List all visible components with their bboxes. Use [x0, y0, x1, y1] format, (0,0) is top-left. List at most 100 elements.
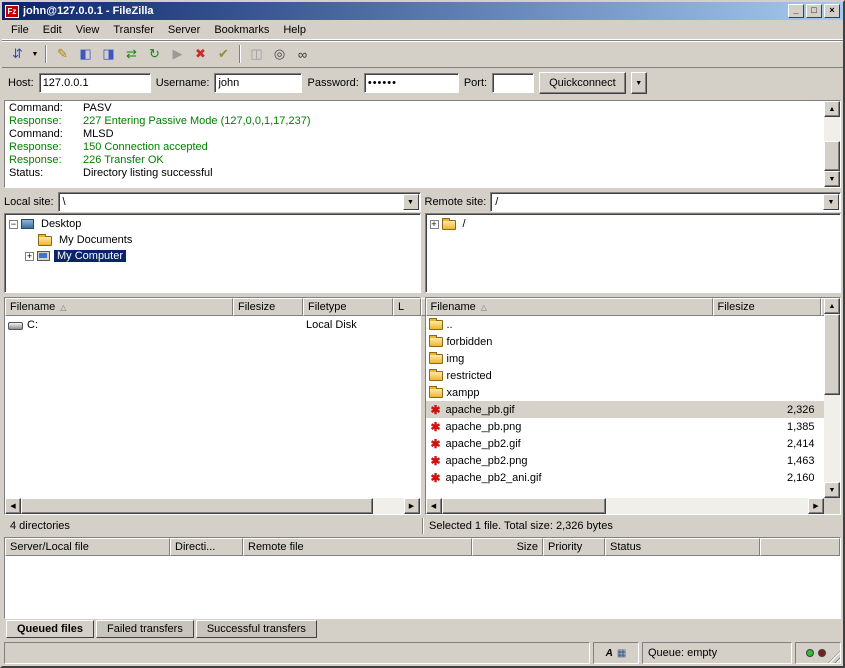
menu-help[interactable]: Help: [276, 22, 313, 38]
scrollbar-track[interactable]: [824, 314, 840, 482]
site-manager-icon[interactable]: ⇵: [6, 43, 29, 65]
scrollbar-track[interactable]: [442, 498, 809, 514]
tab-queued-files[interactable]: Queued files: [6, 620, 94, 638]
tree-item-my-computer[interactable]: +My Computer: [5, 248, 420, 264]
statusbar-message: [4, 642, 590, 664]
remote-site-pane: Remote site: / ▼ +/: [425, 191, 842, 293]
menu-file[interactable]: File: [4, 22, 36, 38]
image-file-icon: ✱: [429, 404, 443, 416]
column-header-status[interactable]: Status: [605, 538, 760, 556]
username-input[interactable]: [214, 73, 302, 93]
file-row-apache-pb2-ani-gif[interactable]: ✱apache_pb2_ani.gif2,160: [426, 469, 825, 486]
column-header-l[interactable]: L: [393, 298, 421, 316]
local-horizontal-scrollbar[interactable]: ◀ ▶: [5, 498, 420, 514]
file-row-apache-pb-gif[interactable]: ✱apache_pb.gif2,326: [426, 401, 825, 418]
minimize-button[interactable]: _: [788, 4, 804, 18]
menu-bookmarks[interactable]: Bookmarks: [207, 22, 276, 38]
menu-edit[interactable]: Edit: [36, 22, 69, 38]
expand-icon[interactable]: +: [430, 220, 439, 229]
file-row-apache-pb2-gif[interactable]: ✱apache_pb2.gif2,414: [426, 435, 825, 452]
find-files-icon[interactable]: ◎: [268, 43, 291, 65]
process-queue-icon: ▶: [166, 43, 189, 65]
file-row-c[interactable]: C:Local Disk: [5, 316, 420, 333]
maximize-button[interactable]: □: [806, 4, 822, 18]
local-site-combobox[interactable]: \ ▼: [58, 192, 421, 212]
log-scrollbar-thumb[interactable]: [824, 141, 840, 171]
column-header-priority[interactable]: Priority: [543, 538, 605, 556]
scrollbar-thumb[interactable]: [21, 498, 373, 514]
cancel-icon[interactable]: ✖: [189, 43, 212, 65]
scroll-down-button[interactable]: ▼: [824, 171, 840, 187]
resize-grip[interactable]: [828, 651, 840, 663]
titlebar[interactable]: Fz john@127.0.0.1 - FileZilla _ □ ×: [2, 2, 843, 20]
scroll-right-button[interactable]: ▶: [808, 498, 824, 514]
search-icon[interactable]: ∞: [291, 43, 314, 65]
file-row-item[interactable]: ..: [426, 316, 825, 333]
file-name: forbidden: [447, 336, 493, 348]
port-input[interactable]: [492, 73, 534, 93]
scroll-down-button[interactable]: ▼: [824, 482, 840, 498]
remote-site-combobox[interactable]: / ▼: [490, 192, 841, 212]
column-header-label: Directi...: [175, 541, 215, 553]
message-log-toggle-icon[interactable]: ✎: [51, 43, 74, 65]
column-header-filename[interactable]: Filename△: [5, 298, 233, 316]
scrollbar-track[interactable]: [21, 498, 404, 514]
remote-tree-toggle-icon[interactable]: ◨: [97, 43, 120, 65]
combobox-dropdown-icon[interactable]: ▼: [823, 194, 839, 210]
column-header-remote-file[interactable]: Remote file: [243, 538, 472, 556]
scroll-up-button[interactable]: ▲: [824, 298, 840, 314]
menu-view[interactable]: View: [69, 22, 107, 38]
file-row-apache-pb2-png[interactable]: ✱apache_pb2.png1,463: [426, 452, 825, 469]
tree-item-my-documents[interactable]: My Documents: [5, 232, 420, 248]
expand-icon[interactable]: +: [25, 252, 34, 261]
log-line: Response:150 Connection accepted: [5, 141, 823, 154]
scrollbar-thumb[interactable]: [442, 498, 607, 514]
quickconnect-button[interactable]: Quickconnect: [539, 72, 626, 94]
column-header-filename[interactable]: Filename△: [426, 298, 713, 316]
scroll-up-button[interactable]: ▲: [824, 101, 840, 117]
disconnect-icon[interactable]: ✔: [212, 43, 235, 65]
combobox-dropdown-icon[interactable]: ▼: [403, 194, 419, 210]
column-header-label: Filesize: [718, 301, 755, 313]
scroll-left-button[interactable]: ◀: [5, 498, 21, 514]
menu-transfer[interactable]: Transfer: [106, 22, 161, 38]
column-header-size[interactable]: Size: [472, 538, 543, 556]
file-row-restricted[interactable]: restricted: [426, 367, 825, 384]
refresh-icon[interactable]: ↻: [143, 43, 166, 65]
collapse-icon[interactable]: −: [9, 220, 18, 229]
column-header-filler: [760, 538, 840, 556]
scroll-right-button[interactable]: ▶: [404, 498, 420, 514]
tree-item-label: My Documents: [56, 234, 135, 246]
tree-item-item[interactable]: +/: [426, 216, 841, 232]
password-input[interactable]: [364, 73, 459, 93]
scroll-left-button[interactable]: ◀: [426, 498, 442, 514]
column-header-filesize[interactable]: Filesize: [713, 298, 821, 316]
column-header-filesize[interactable]: Filesize: [233, 298, 303, 316]
file-row-apache-pb-png[interactable]: ✱apache_pb.png1,385: [426, 418, 825, 435]
site-manager-dropdown-icon[interactable]: ▼: [29, 43, 41, 65]
file-row-forbidden[interactable]: forbidden: [426, 333, 825, 350]
tab-failed-transfers[interactable]: Failed transfers: [96, 620, 194, 638]
queue-toggle-icon[interactable]: ⇄: [120, 43, 143, 65]
tab-successful-transfers[interactable]: Successful transfers: [196, 620, 317, 638]
tree-item-label: /: [460, 218, 469, 230]
host-input[interactable]: [39, 73, 151, 93]
log-scrollbar[interactable]: ▲ ▼: [824, 101, 840, 187]
remote-vertical-scrollbar[interactable]: ▲ ▼: [824, 298, 840, 498]
log-scrollbar-track[interactable]: [824, 117, 840, 171]
tree-item-desktop[interactable]: −Desktop: [5, 216, 420, 232]
close-button[interactable]: ×: [824, 4, 840, 18]
menu-server[interactable]: Server: [161, 22, 207, 38]
scrollbar-thumb[interactable]: [824, 314, 840, 395]
file-row-img[interactable]: img: [426, 350, 825, 367]
disk-icon: [8, 322, 23, 330]
column-header-directi[interactable]: Directi...: [170, 538, 243, 556]
file-row-xampp[interactable]: xampp: [426, 384, 825, 401]
remote-horizontal-scrollbar[interactable]: ◀ ▶: [426, 498, 841, 514]
local-tree-toggle-icon[interactable]: ◧: [74, 43, 97, 65]
quickconnect-dropdown-button[interactable]: ▼: [631, 72, 647, 94]
column-header-server-local-file[interactable]: Server/Local file: [5, 538, 170, 556]
column-header-filetype[interactable]: Filetype: [303, 298, 393, 316]
statusbar-indicators: A ▦: [593, 642, 639, 664]
image-file-icon: ✱: [429, 421, 443, 433]
